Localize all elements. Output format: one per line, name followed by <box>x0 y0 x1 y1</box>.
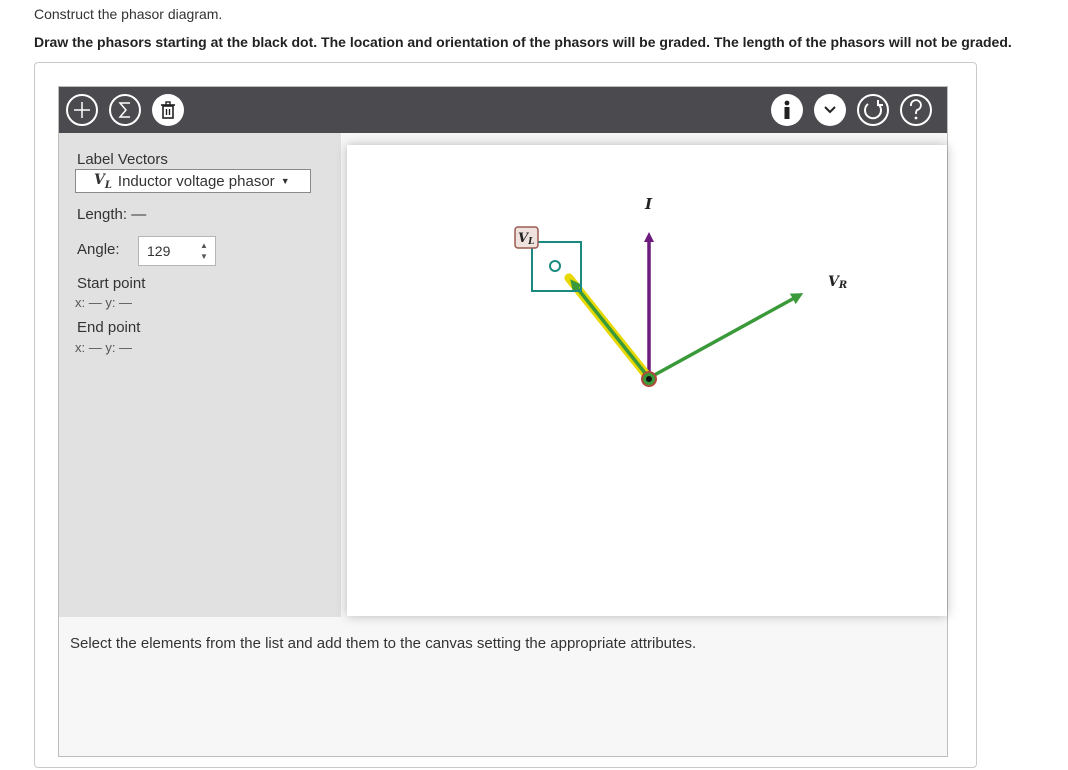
side-panel: Label Vectors VL Inductor voltage phasor… <box>59 133 341 617</box>
end-point-coords: x: — y: — <box>75 340 133 355</box>
angle-input[interactable] <box>139 242 197 260</box>
toolbar <box>59 87 947 133</box>
phasor-vr[interactable] <box>648 293 804 380</box>
stepper-arrows[interactable]: ▲ ▼ <box>199 240 209 262</box>
start-point-coords: x: — y: — <box>75 295 133 310</box>
label-vectors-heading: Label Vectors <box>77 151 168 168</box>
phasor-i-label: I <box>644 195 653 213</box>
drawing-canvas[interactable]: I VR VL <box>347 145 947 616</box>
vector-symbol: VL <box>94 171 112 191</box>
angle-stepper[interactable]: ▲ ▼ <box>138 236 216 266</box>
sigma-icon <box>118 102 130 118</box>
phasor-vr-label: VR <box>828 274 847 291</box>
rotate-handle[interactable] <box>549 260 561 272</box>
hint-text: Select the elements from the list and ad… <box>70 635 697 652</box>
stepper-up-icon[interactable]: ▲ <box>199 240 209 251</box>
reset-button[interactable] <box>857 94 889 126</box>
plus-icon <box>74 102 90 118</box>
angle-label: Angle: <box>77 241 120 258</box>
end-point-label: End point <box>77 319 141 336</box>
caret-down-icon: ▼ <box>280 176 290 186</box>
help-button[interactable] <box>900 94 932 126</box>
info-button[interactable] <box>771 94 803 126</box>
add-button[interactable] <box>66 94 98 126</box>
instruction-bold-text: Draw the phasors starting at the black d… <box>34 34 1012 50</box>
vector-label-select[interactable]: VL Inductor voltage phasor ▼ <box>75 169 311 193</box>
length-row: Length: — <box>77 206 146 223</box>
length-label: Length: <box>77 206 128 223</box>
trash-icon <box>161 101 175 119</box>
delete-button[interactable] <box>152 94 184 126</box>
phasor-vl[interactable] <box>564 273 654 383</box>
help-icon <box>910 99 922 120</box>
phasor-vl-label-tag[interactable]: VL <box>514 226 539 249</box>
chevron-down-icon <box>824 106 836 114</box>
reset-icon <box>864 100 883 120</box>
phasor-tool: Label Vectors VL Inductor voltage phasor… <box>58 86 948 757</box>
start-point-label: Start point <box>77 275 146 292</box>
info-icon <box>784 100 790 119</box>
sum-button[interactable] <box>109 94 141 126</box>
vector-label-text: Inductor voltage phasor <box>117 172 275 190</box>
instruction-text: Construct the phasor diagram. <box>34 6 223 22</box>
length-value: — <box>131 206 147 223</box>
dropdown-button[interactable] <box>814 94 846 126</box>
stepper-down-icon[interactable]: ▼ <box>199 251 209 262</box>
origin-point[interactable] <box>641 371 657 387</box>
